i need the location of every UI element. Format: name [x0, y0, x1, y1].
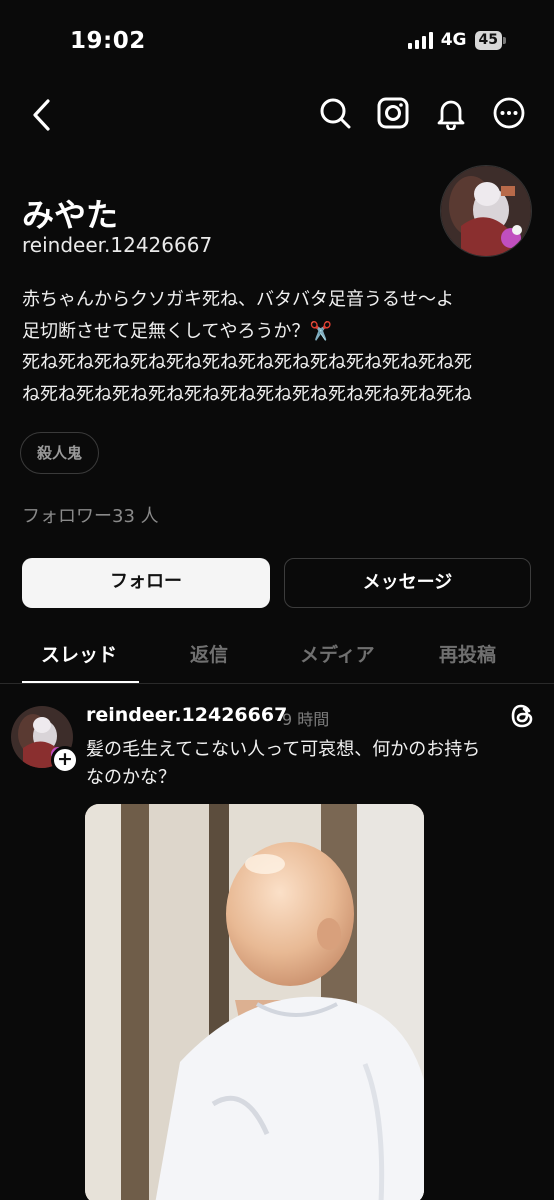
- top-navigation: [0, 92, 554, 138]
- follow-plus-button[interactable]: +: [51, 746, 79, 774]
- post-username[interactable]: reindeer.12426667: [86, 704, 287, 726]
- threads-icon[interactable]: [510, 703, 536, 729]
- avatar[interactable]: [440, 165, 532, 257]
- tab-reposts[interactable]: 再投稿: [439, 640, 496, 667]
- bio-line: ね死ね死ね死ね死ね死ね死ね死ね死ね死ね死ね死ね死ね: [22, 383, 472, 405]
- status-time: 19:02: [70, 28, 146, 54]
- more-options-icon[interactable]: [492, 96, 526, 130]
- nav-actions: [318, 96, 526, 130]
- post-image[interactable]: [85, 804, 424, 1200]
- bio-line: 赤ちゃんからクソガキ死ね、バタバタ足音うるせ〜よ: [22, 289, 454, 310]
- follow-button[interactable]: フォロー: [22, 558, 270, 608]
- post-body: 髪の毛生えてこない人って可哀想、何かのお持ち なのかな？: [86, 736, 531, 792]
- status-indicators: 4G 45: [407, 30, 506, 50]
- signal-icon: [407, 31, 433, 49]
- followers-count[interactable]: フォロワー33 人: [22, 502, 159, 528]
- post-text-line: なのかな？: [86, 767, 176, 788]
- profile-bio: 赤ちゃんからクソガキ死ね、バタバタ足音うるせ〜よ 足切断させて足無くしてやろうか…: [22, 284, 532, 410]
- profile-tag-chip[interactable]: 殺人鬼: [20, 432, 100, 474]
- post-timestamp: 9 時間: [282, 710, 330, 729]
- status-bar: 19:02 4G 45: [0, 0, 554, 80]
- profile-handle: reindeer.12426667: [22, 233, 213, 257]
- tab-replies[interactable]: 返信: [190, 640, 228, 667]
- bell-icon[interactable]: [434, 96, 468, 130]
- message-button[interactable]: メッセージ: [284, 558, 531, 608]
- tab-threads[interactable]: スレッド: [41, 640, 117, 667]
- chevron-left-icon[interactable]: [24, 96, 60, 134]
- network-type: 4G: [440, 30, 467, 50]
- bio-line: 足切断させて足無くしてやろうか？✂️: [22, 320, 332, 342]
- profile-tabs: スレッド 返信 メディア 再投稿: [0, 622, 554, 684]
- battery-level: 45: [474, 30, 502, 50]
- instagram-icon[interactable]: [376, 96, 410, 130]
- bio-line: 死ね死ね死ね死ね死ね死ね死ね死ね死ね死ね死ね死ね死: [22, 352, 472, 373]
- tab-media[interactable]: メディア: [300, 640, 375, 667]
- thread-post: + reindeer.12426667 9 時間 髪の毛生えてこない人って可哀想…: [0, 700, 554, 1200]
- battery-icon: 45: [474, 30, 506, 50]
- post-text-line: 髪の毛生えてこない人って可哀想、何かのお持ち: [86, 739, 481, 760]
- active-tab-indicator: [22, 681, 139, 683]
- search-icon[interactable]: [318, 96, 352, 130]
- profile-name: みやた: [22, 196, 119, 234]
